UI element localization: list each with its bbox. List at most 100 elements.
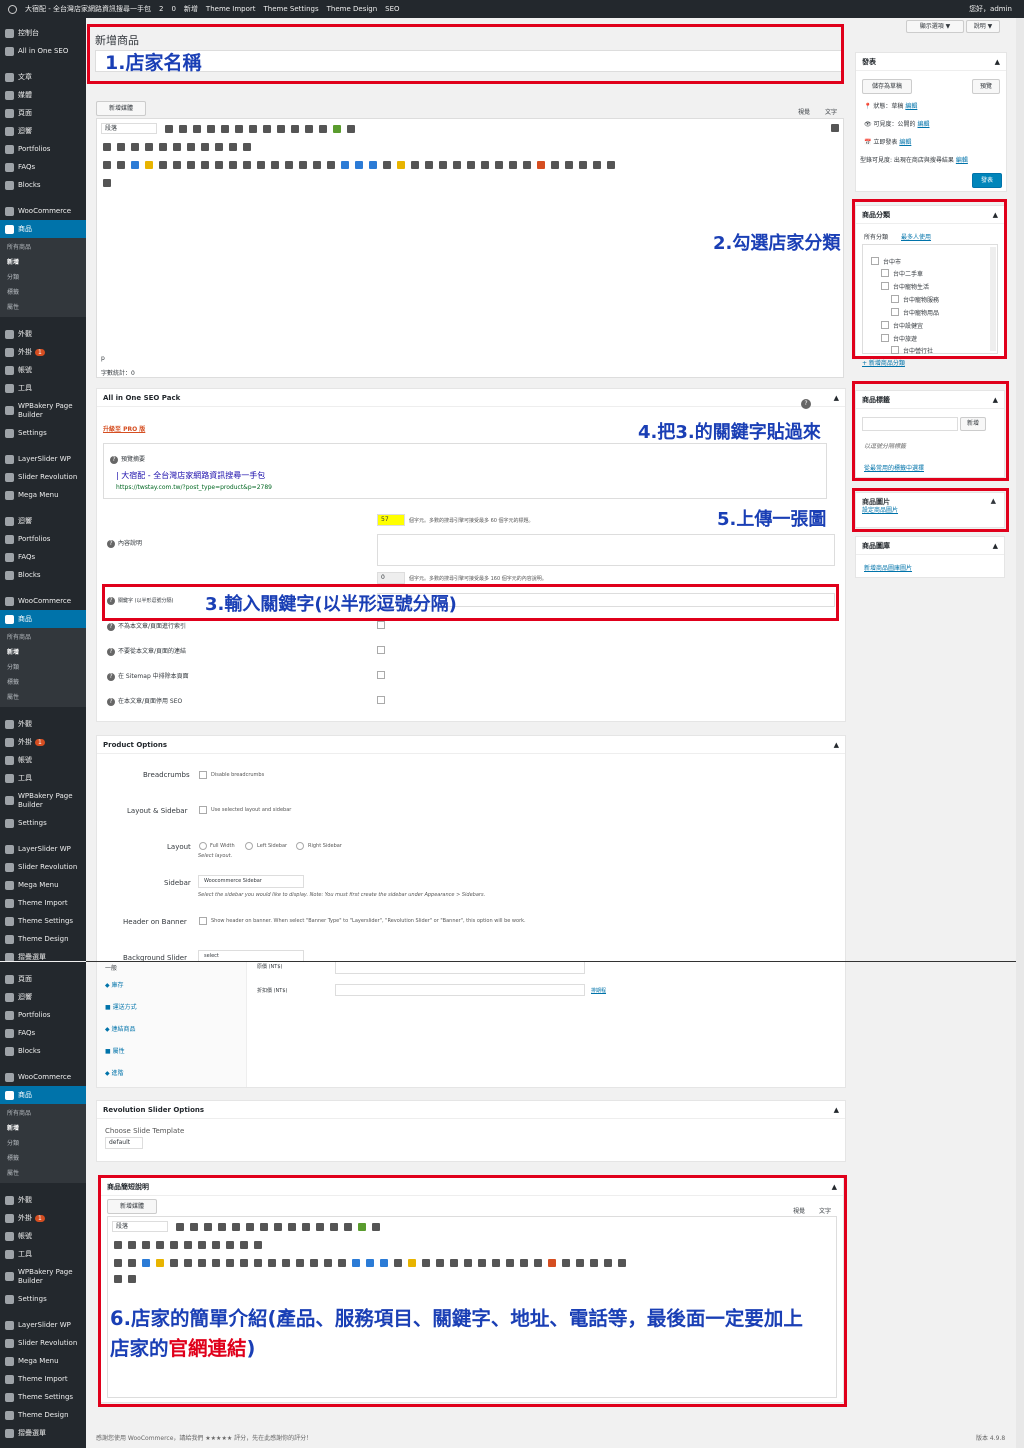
menu-theme-import[interactable]: Theme Import	[0, 894, 86, 912]
preview-button[interactable]: 預覽	[972, 79, 1000, 94]
tab-text[interactable]: 文字	[825, 107, 837, 116]
shortcode-icon[interactable]	[159, 161, 167, 169]
tab-advanced[interactable]: ◆ 進階	[105, 1068, 124, 1077]
tab-visual[interactable]: 視覺	[798, 107, 810, 116]
menu-posts[interactable]: 文章	[0, 68, 86, 86]
shortcode-icon[interactable]	[103, 161, 111, 169]
shortcode-icon[interactable]	[411, 161, 419, 169]
shortcode-icon[interactable]	[341, 161, 349, 169]
submenu-add-new-3[interactable]: 新增	[0, 1121, 86, 1136]
shortcode-icon[interactable]	[397, 161, 405, 169]
menu-appearance[interactable]: 外觀	[0, 325, 86, 343]
submenu-all-products-2[interactable]: 所有商品	[0, 630, 86, 645]
menu-collapse[interactable]: 摺疊選單	[0, 948, 86, 961]
add-gallery-link[interactable]: 新增商品圖庫圖片	[864, 563, 912, 572]
sitemap-exclude-checkbox[interactable]	[377, 671, 385, 679]
blockquote-icon[interactable]	[221, 125, 229, 133]
menu-comments-3[interactable]: 迴響	[0, 988, 86, 1006]
shortcode-icon[interactable]	[467, 161, 475, 169]
shortcode-icon[interactable]	[299, 161, 307, 169]
submenu-categories[interactable]: 分類	[0, 270, 86, 285]
help-icon[interactable]: ?	[801, 399, 811, 409]
menu-megamenu[interactable]: Mega Menu	[0, 486, 86, 504]
paste-text-icon[interactable]	[145, 143, 153, 151]
shortcode-icon[interactable]	[229, 161, 237, 169]
align-center-icon[interactable]	[249, 125, 257, 133]
menu-layerslider-3[interactable]: LayerSlider WP	[0, 1316, 86, 1334]
disable-seo-checkbox[interactable]	[377, 696, 385, 704]
menu-media[interactable]: 媒體	[0, 86, 86, 104]
shortcode-icon[interactable]	[243, 161, 251, 169]
menu-theme-settings[interactable]: Theme Settings	[0, 912, 86, 930]
menu-comments-2[interactable]: 迴響	[0, 512, 86, 530]
submenu-attributes-2[interactable]: 屬性	[0, 690, 86, 705]
menu-tools[interactable]: 工具	[0, 379, 86, 397]
submenu-categories-3[interactable]: 分類	[0, 1136, 86, 1151]
format-select[interactable]: 段落	[101, 123, 157, 134]
theme-import-link[interactable]: Theme Import	[206, 5, 256, 13]
menu-settings-3[interactable]: Settings	[0, 1290, 86, 1308]
shortcode-icon[interactable]	[383, 161, 391, 169]
italic-icon[interactable]	[179, 125, 187, 133]
wordpress-logo-icon[interactable]	[8, 4, 17, 14]
shortcode-icon[interactable]	[327, 161, 335, 169]
noindex-checkbox[interactable]	[377, 621, 385, 629]
shortcode-icon[interactable]	[173, 161, 181, 169]
sale-price-input[interactable]	[335, 984, 585, 996]
menu-dashboard[interactable]: 控制台	[0, 24, 86, 42]
seo-link[interactable]: SEO	[385, 5, 399, 13]
shortcode-icon[interactable]	[509, 161, 517, 169]
help-button[interactable]: 說明 ▼	[966, 20, 1000, 33]
save-draft-button[interactable]: 儲存為草稿	[862, 79, 912, 94]
menu-portfolios-3[interactable]: Portfolios	[0, 1006, 86, 1024]
shortcode-icon[interactable]	[201, 161, 209, 169]
menu-tools-2[interactable]: 工具	[0, 769, 86, 787]
menu-woocommerce-2[interactable]: WooCommerce	[0, 592, 86, 610]
sidebar-select[interactable]: Woocommerce Sidebar	[198, 875, 304, 888]
full-width-radio[interactable]	[199, 842, 207, 850]
shortcode-icon[interactable]	[495, 161, 503, 169]
tab-shipping[interactable]: ■ 運送方式	[105, 1002, 137, 1011]
shortcode-icon[interactable]	[215, 161, 223, 169]
tab-linked-products[interactable]: ◆ 連結商品	[105, 1024, 136, 1033]
menu-layerslider[interactable]: LayerSlider WP	[0, 450, 86, 468]
slide-template-select[interactable]: default	[105, 1137, 143, 1149]
bullet-list-icon[interactable]	[193, 125, 201, 133]
shortcode-icon[interactable]	[481, 161, 489, 169]
menu-theme-design[interactable]: Theme Design	[0, 930, 86, 948]
menu-revslider-2[interactable]: Slider Revolution	[0, 858, 86, 876]
menu-theme-settings-3[interactable]: Theme Settings	[0, 1388, 86, 1406]
menu-blocks[interactable]: Blocks	[0, 176, 86, 194]
menu-wpbakery-3[interactable]: WPBakery Page Builder	[0, 1263, 86, 1290]
left-sidebar-radio[interactable]	[245, 842, 253, 850]
submenu-attributes[interactable]: 屬性	[0, 300, 86, 315]
menu-layerslider-2[interactable]: LayerSlider WP	[0, 840, 86, 858]
numbered-list-icon[interactable]	[207, 125, 215, 133]
shortcode-icon[interactable]	[271, 161, 279, 169]
submenu-add-new[interactable]: 新增	[0, 255, 86, 270]
regular-price-input[interactable]	[335, 962, 585, 974]
theme-design-link[interactable]: Theme Design	[327, 5, 378, 13]
strikethrough-icon[interactable]	[103, 143, 111, 151]
shortcode-icon[interactable]	[355, 161, 363, 169]
comments-count[interactable]: 2	[159, 5, 163, 13]
shortcode-icon[interactable]	[607, 161, 615, 169]
submenu-tags-2[interactable]: 標籤	[0, 675, 86, 690]
shortcode-icon[interactable]	[565, 161, 573, 169]
right-sidebar-radio[interactable]	[296, 842, 304, 850]
link-icon[interactable]	[277, 125, 285, 133]
breadcrumbs-checkbox[interactable]	[199, 771, 207, 779]
menu-woocommerce-3[interactable]: WooCommerce	[0, 1068, 86, 1086]
bold-icon[interactable]	[165, 125, 173, 133]
page-scrollbar[interactable]	[1016, 18, 1024, 1448]
menu-faqs[interactable]: FAQs	[0, 158, 86, 176]
menu-portfolios-2[interactable]: Portfolios	[0, 530, 86, 548]
new-content-link[interactable]: 新增	[184, 4, 198, 14]
special-char-icon[interactable]	[173, 143, 181, 151]
account-greeting[interactable]: 您好，admin	[969, 4, 1012, 14]
nofollow-checkbox[interactable]	[377, 646, 385, 654]
menu-plugins-2[interactable]: 外掛 1	[0, 733, 86, 751]
shortcode-icon[interactable]	[257, 161, 265, 169]
menu-comments[interactable]: 迴響	[0, 122, 86, 140]
menu-theme-design-3[interactable]: Theme Design	[0, 1406, 86, 1424]
